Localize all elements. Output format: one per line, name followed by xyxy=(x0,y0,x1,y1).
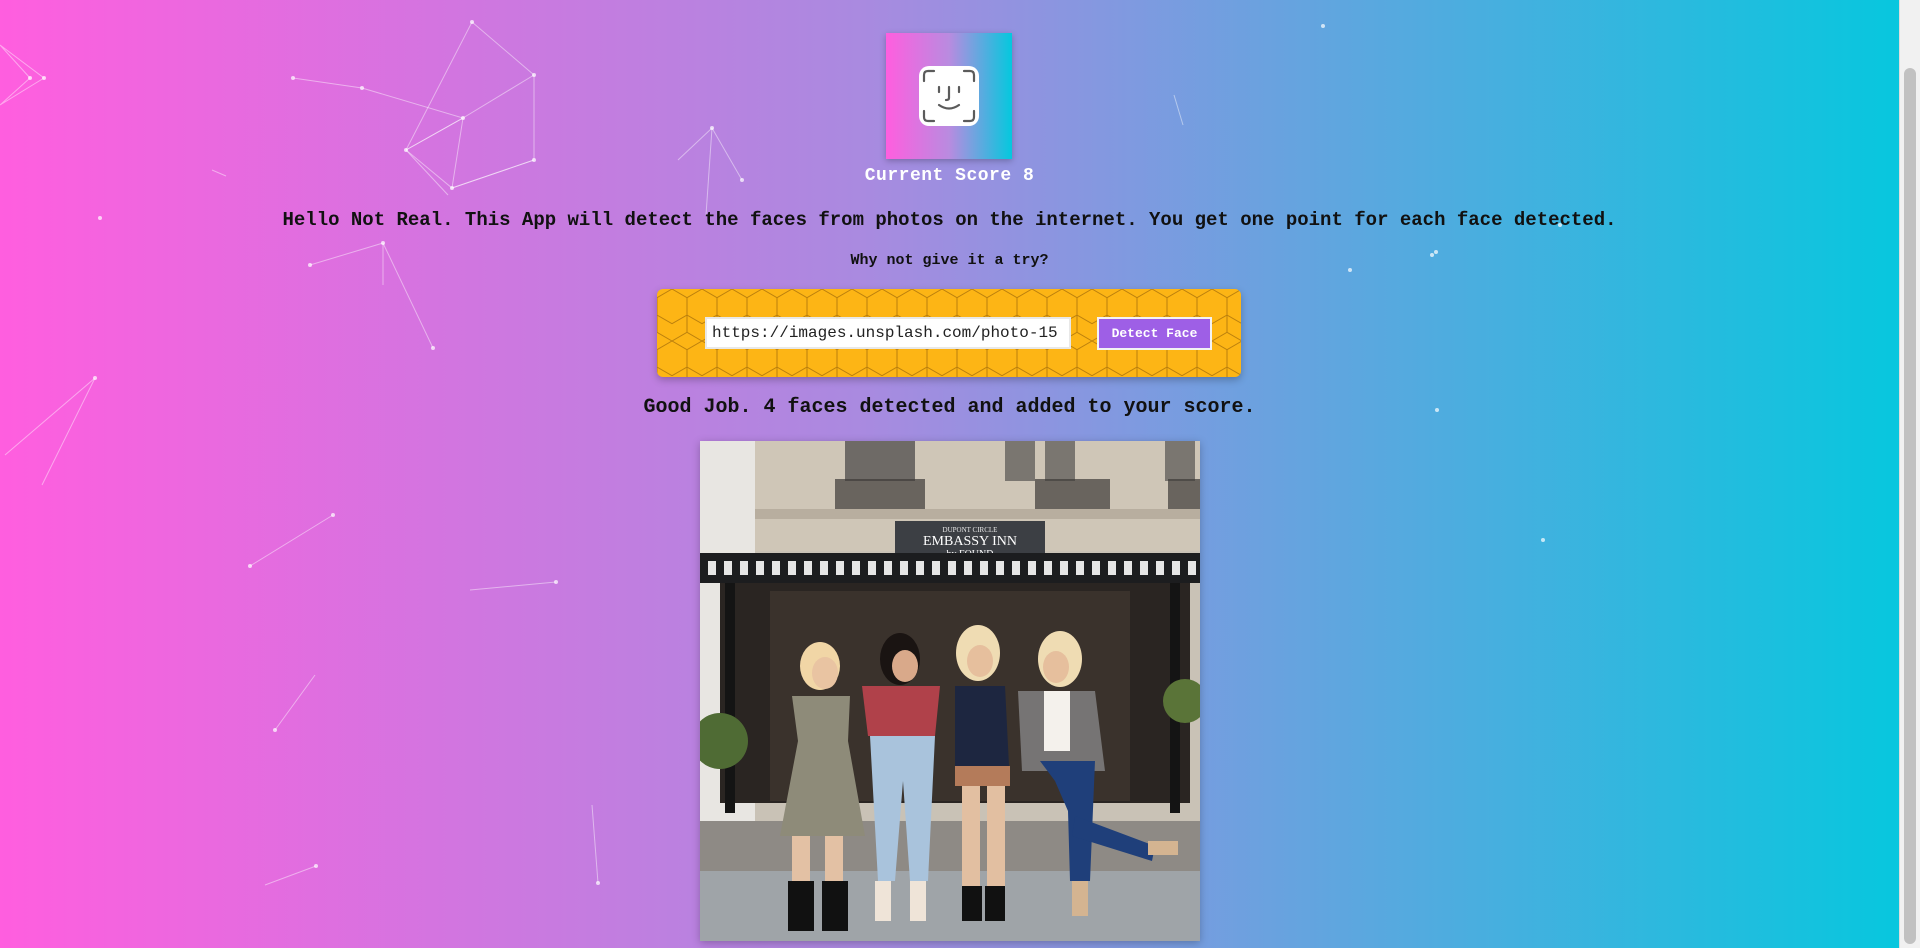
face-id-icon xyxy=(919,66,979,126)
result-message: Good Job. 4 faces detected and added to … xyxy=(643,396,1256,419)
photo-illustration: DUPONT CIRCLE EMBASSY INN by FOUND xyxy=(700,441,1200,941)
sign-line1: DUPONT CIRCLE xyxy=(943,526,998,534)
result-photo: DUPONT CIRCLE EMBASSY INN by FOUND xyxy=(700,441,1200,941)
scrollbar-thumb[interactable] xyxy=(1904,68,1916,944)
vertical-scrollbar[interactable] xyxy=(1899,0,1920,948)
detect-face-button[interactable]: Detect Face xyxy=(1097,317,1212,350)
detect-form-panel: Detect Face xyxy=(657,289,1241,377)
app-logo xyxy=(886,33,1012,159)
current-score: Current Score 8 xyxy=(864,166,1035,186)
intro-text: Hello Not Real. This App will detect the… xyxy=(282,209,1617,231)
sign-line2: EMBASSY INN xyxy=(923,534,1017,549)
image-url-input[interactable] xyxy=(705,317,1071,349)
prompt-text: Why not give it a try? xyxy=(850,252,1049,269)
